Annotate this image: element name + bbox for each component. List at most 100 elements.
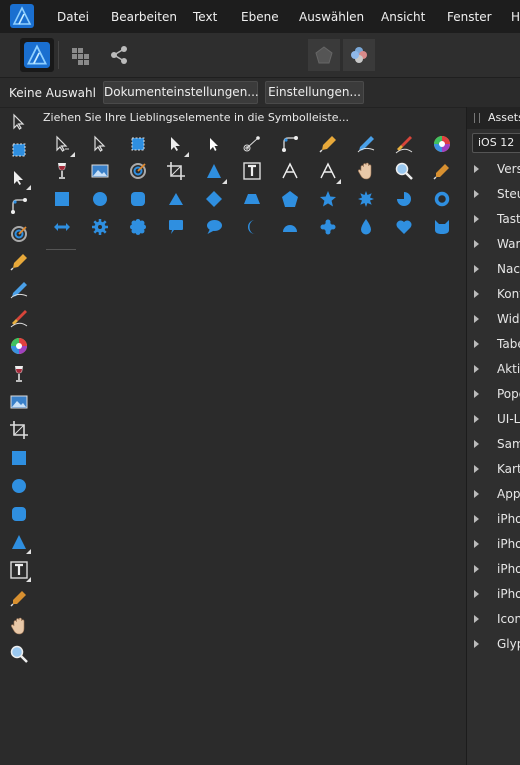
asset-category-row[interactable]: Warn: [467, 232, 520, 257]
convert-to-curves-button[interactable]: [308, 39, 340, 71]
asset-category-row[interactable]: Aktiv: [467, 357, 520, 382]
ellipse-tool[interactable]: [87, 186, 113, 212]
zoom-tool[interactable]: [391, 158, 417, 184]
move-tool[interactable]: [49, 131, 75, 157]
flower-tool[interactable]: [125, 214, 151, 240]
settings-button[interactable]: Einstellungen...: [265, 81, 364, 104]
tear-tool[interactable]: [353, 214, 379, 240]
asset-category-row[interactable]: Karte: [467, 457, 520, 482]
color-picker-tool[interactable]: [7, 586, 31, 610]
assets-tab[interactable]: Assets: [488, 111, 520, 124]
trapezoid-tool[interactable]: [239, 186, 265, 212]
double-arrow-tool[interactable]: [49, 214, 75, 240]
text-style-tool[interactable]: [315, 158, 341, 184]
burst-tool[interactable]: [353, 186, 379, 212]
menu-ebene[interactable]: Ebene: [241, 10, 279, 24]
triangle-tool[interactable]: [201, 158, 227, 184]
menu-datei[interactable]: Datei: [57, 10, 89, 24]
pen-tool[interactable]: [315, 131, 341, 157]
asset-category-row[interactable]: Tasta: [467, 207, 520, 232]
asset-category-row[interactable]: Samr: [467, 432, 520, 457]
menu-ansicht[interactable]: Ansicht: [381, 10, 425, 24]
asset-category-row[interactable]: Icons: [467, 607, 520, 632]
export-persona-button[interactable]: [102, 38, 136, 72]
frame-text-tool[interactable]: [239, 158, 265, 184]
cog-tool[interactable]: [87, 214, 113, 240]
corner-tool[interactable]: [277, 131, 303, 157]
artistic-text-tool[interactable]: [277, 158, 303, 184]
point-transform-tool[interactable]: [163, 131, 189, 157]
donut-tool[interactable]: [429, 186, 455, 212]
color-wheel-tool[interactable]: [7, 334, 31, 358]
square-callout-tool[interactable]: [163, 214, 189, 240]
asset-category-row[interactable]: Glyp: [467, 632, 520, 657]
asset-category-row[interactable]: iPho: [467, 532, 520, 557]
menu-text[interactable]: Text: [193, 10, 217, 24]
ellipse-tool[interactable]: [7, 474, 31, 498]
gradient-fill-tool[interactable]: [125, 158, 151, 184]
asset-category-row[interactable]: Nach: [467, 257, 520, 282]
rectangle-tool[interactable]: [7, 446, 31, 470]
star-tool[interactable]: [315, 186, 341, 212]
document-settings-button[interactable]: Dokumenteinstellungen...: [103, 81, 259, 104]
asset-category-row[interactable]: iPho: [467, 557, 520, 582]
pie-tool[interactable]: [391, 186, 417, 212]
place-image-tool[interactable]: [7, 390, 31, 414]
asset-category-row[interactable]: iPho: [467, 507, 520, 532]
round-callout-tool[interactable]: [201, 214, 227, 240]
geometry-button[interactable]: [343, 39, 375, 71]
asset-category-row[interactable]: Appl: [467, 482, 520, 507]
selection-tool[interactable]: [201, 131, 227, 157]
rounded-rectangle-tool[interactable]: [125, 186, 151, 212]
transparency-tool[interactable]: [49, 158, 75, 184]
asset-category-row[interactable]: Tabe: [467, 332, 520, 357]
crescent-tool[interactable]: [239, 214, 265, 240]
diamond-tool[interactable]: [201, 186, 227, 212]
vector-brush-tool[interactable]: [7, 306, 31, 330]
rounded-rectangle-tool[interactable]: [7, 502, 31, 526]
triangle-tool[interactable]: [7, 530, 31, 554]
asset-category-row[interactable]: Widg: [467, 307, 520, 332]
crop-tool[interactable]: [7, 418, 31, 442]
menu-auswaehlen[interactable]: Auswählen: [299, 10, 364, 24]
panel-grip-icon[interactable]: [474, 113, 480, 123]
fill-tool[interactable]: [7, 222, 31, 246]
move-tool[interactable]: [7, 110, 31, 134]
color-picker-tool[interactable]: [429, 158, 455, 184]
asset-set-select[interactable]: iOS 12: [472, 133, 520, 153]
triangle-shape-tool[interactable]: [163, 186, 189, 212]
polygon-tool[interactable]: [277, 186, 303, 212]
pencil-tool[interactable]: [353, 131, 379, 157]
zoom-tool[interactable]: [7, 642, 31, 666]
heart-tool[interactable]: [391, 214, 417, 240]
crop-tool[interactable]: [163, 158, 189, 184]
cat-tool[interactable]: [429, 214, 455, 240]
asset-category-row[interactable]: Steue: [467, 182, 520, 207]
asset-category-row[interactable]: Kont: [467, 282, 520, 307]
corner-tool[interactable]: [7, 194, 31, 218]
frame-text-tool[interactable]: [7, 558, 31, 582]
rectangle-tool[interactable]: [49, 186, 75, 212]
asset-category-row[interactable]: UI-Le: [467, 407, 520, 432]
transparency-tool[interactable]: [7, 362, 31, 386]
asset-category-row[interactable]: Popo: [467, 382, 520, 407]
cloud-tool[interactable]: [315, 214, 341, 240]
menu-bearbeiten[interactable]: Bearbeiten: [111, 10, 177, 24]
asset-category-row[interactable]: iPho: [467, 582, 520, 607]
menu-fenster[interactable]: Fenster: [447, 10, 492, 24]
designer-persona-button[interactable]: [20, 38, 54, 72]
separator-drag-item[interactable]: [46, 249, 76, 250]
pen-tool[interactable]: [7, 250, 31, 274]
node-tool[interactable]: [87, 131, 113, 157]
asset-category-row[interactable]: Versc: [467, 157, 520, 182]
pixel-persona-button[interactable]: [63, 38, 97, 72]
view-tool[interactable]: [353, 158, 379, 184]
segment-tool[interactable]: [277, 214, 303, 240]
contour-tool[interactable]: [239, 131, 265, 157]
view-tool[interactable]: [7, 614, 31, 638]
color-wheel-tool[interactable]: [429, 131, 455, 157]
pencil-tool[interactable]: [7, 278, 31, 302]
artboard-tool[interactable]: [125, 131, 151, 157]
artboard-tool[interactable]: [7, 138, 31, 162]
place-image-tool[interactable]: [87, 158, 113, 184]
